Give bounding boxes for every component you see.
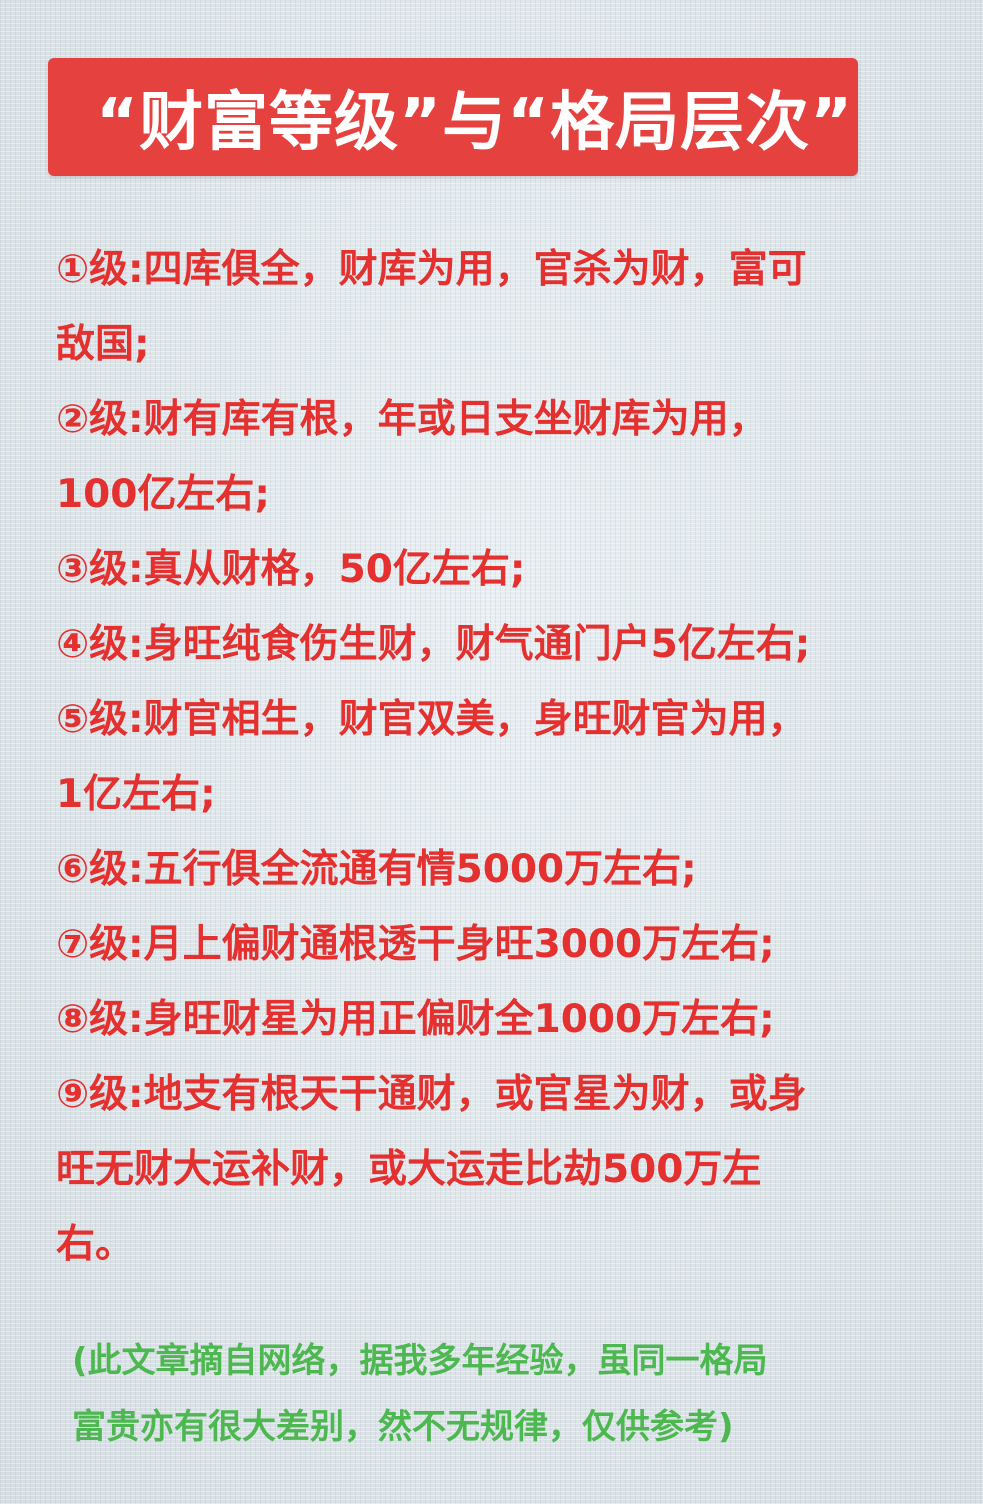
level-line: ⑦级:月上偏财通根透干身旺3000万左右; bbox=[56, 922, 775, 967]
level-line: ⑧级:身旺财星为用正偏财全1000万左右; bbox=[56, 997, 775, 1042]
level-line: ④级:身旺纯食伤生财，财气通门户5亿左右; bbox=[56, 622, 811, 667]
level-line: ⑨级:地支有根天干通财，或官星为财，或身 bbox=[56, 1072, 807, 1117]
level-line: 右。 bbox=[56, 1222, 135, 1267]
level-line: 1亿左右; bbox=[56, 772, 216, 817]
levels-list: ①级:四库俱全，财库为用，官杀为财，富可 敌国; ②级:财有库有根，年或日支坐财… bbox=[56, 232, 946, 1282]
level-line: ②级:财有库有根，年或日支坐财库为用， bbox=[56, 397, 768, 442]
level-line: ③级:真从财格，50亿左右; bbox=[56, 547, 526, 592]
level-line: 旺无财大运补财，或大运走比劫500万左 bbox=[56, 1147, 762, 1192]
level-line: 敌国; bbox=[56, 322, 150, 367]
page-title: “财富等级”与“格局层次” bbox=[96, 86, 854, 160]
footnote: (此文章摘自网络，据我多年经验，虽同一格局 富贵亦有很大差别，然不无规律，仅供参… bbox=[72, 1328, 952, 1460]
level-line: 100亿左右; bbox=[56, 472, 271, 517]
level-line: ⑤级:财官相生，财官双美，身旺财官为用， bbox=[56, 697, 807, 742]
level-line: ①级:四库俱全，财库为用，官杀为财，富可 bbox=[56, 247, 807, 292]
footnote-line: (此文章摘自网络，据我多年经验，虽同一格局 bbox=[72, 1341, 768, 1381]
level-line: ⑥级:五行俱全流通有情5000万左右; bbox=[56, 847, 697, 892]
footnote-line: 富贵亦有很大差别，然不无规律，仅供参考) bbox=[72, 1407, 734, 1447]
title-banner: “财富等级”与“格局层次” bbox=[48, 58, 858, 176]
